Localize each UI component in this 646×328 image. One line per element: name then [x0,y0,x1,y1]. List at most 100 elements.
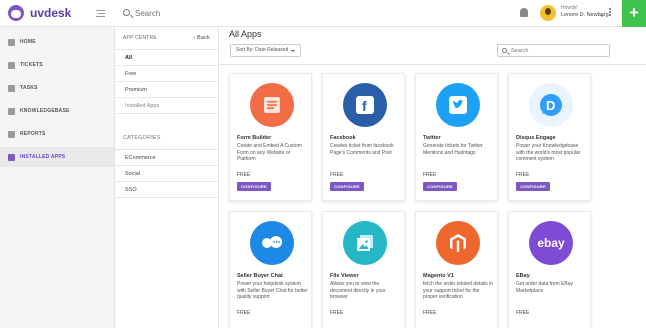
app-price: FREE [330,310,344,316]
app-description: Allows you to view the document directly… [330,281,386,300]
sidebar-item-tickets[interactable]: TICKETS [0,55,114,75]
sidebar-item-label: REPORTS [20,131,46,137]
filter-item-premium[interactable]: Premium [115,82,218,98]
sidebar-item-label: TICKETS [20,62,43,68]
category-item-sso[interactable]: SSO [115,182,218,198]
category-item-social[interactable]: Social [115,166,218,182]
category-list: ECommerce Social SSO [115,149,218,198]
reports-icon [8,130,15,138]
app-price: FREE [237,172,251,178]
app-card-form-builder[interactable]: Form Builder Create and Embed A Custom F… [229,73,312,201]
greeting: Howdy! [561,5,578,11]
svg-text:D: D [546,98,555,113]
app-search-box [497,44,610,57]
sidebar-item-installed-apps[interactable]: INSTALLED APPS [0,147,114,167]
app-name: Form Builder [237,135,272,141]
app-centre-header: APP CENTRE ‹ Back [115,27,218,49]
app-name: Disqus Engage [516,135,556,141]
ebay-icon: ebay [529,221,573,265]
app-description: Generate tickets for Twitter Mentions an… [423,143,483,156]
file-viewer-icon [343,221,387,265]
app-centre-panel: APP CENTRE ‹ Back All Free Premium Insta… [115,27,219,328]
app-name: Seller Buyer Chat [237,273,283,279]
configure-button[interactable]: CONFIGURE [330,182,364,191]
sidebar-item-reports[interactable]: REPORTS [0,124,114,144]
sidebar-item-home[interactable]: HOME [0,32,114,52]
app-description: fetch the order related details in your … [423,281,494,300]
form-builder-icon [250,83,294,127]
app-description: Power your helpdesk system with Seller B… [237,281,308,300]
bell-icon[interactable] [520,8,528,17]
sort-dropdown[interactable]: Sort By: Date Released [230,44,301,57]
sidebar-item-label: HOME [20,39,36,45]
search-icon [502,48,507,53]
brand-name: uvdesk [30,6,72,20]
topbar: Howdy! Lenore D. Newberg + [115,0,646,27]
add-button[interactable]: + [622,0,646,27]
svg-text:f: f [362,98,367,114]
sidebar-item-label: KNOWLEDGEBASE [20,108,70,114]
configure-button[interactable]: CONFIGURE [516,182,550,191]
search-icon [123,9,130,16]
category-item-ecommerce[interactable]: ECommerce [115,150,218,166]
app-card-facebook[interactable]: f Facebook Creates ticket from facebook … [322,73,405,201]
filter-item-all[interactable]: All [115,50,218,66]
app-search-input[interactable] [511,47,601,55]
app-price: FREE [516,172,530,178]
facebook-icon: f [343,83,387,127]
app-name: File Viewer [330,273,359,279]
app-card-twitter[interactable]: Twitter Generate tickets for Twitter Men… [415,73,498,201]
menu-toggle-icon[interactable] [96,9,105,17]
book-icon [8,107,15,115]
configure-button[interactable]: CONFIGURE [423,182,457,191]
categories-title: CATEGORIES [123,135,161,141]
app-price: FREE [330,172,344,178]
ticket-icon [8,61,15,69]
puzzle-icon [8,153,15,161]
app-card-ebay[interactable]: ebay EBay Get order data from EBay Marke… [508,211,591,328]
app-name: Magento V1 [423,273,454,279]
main-content: All Apps Sort By: Date Released Form Bui… [219,27,646,328]
global-search-input[interactable] [135,8,255,19]
filter-list: All Free Premium Installed Apps [115,49,218,114]
app-price: FREE [516,310,530,316]
filter-item-installed[interactable]: Installed Apps [115,98,218,114]
app-price: FREE [237,310,251,316]
app-price: FREE [423,310,437,316]
sidebar-item-knowledgebase[interactable]: KNOWLEDGEBASE [0,101,114,121]
app-card-seller-buyer-chat[interactable]: Seller Buyer Chat Power your helpdesk sy… [229,211,312,328]
chevron-down-icon[interactable] [600,15,604,19]
app-name: Facebook [330,135,356,141]
page-title: All Apps [229,29,262,39]
twitter-icon [436,83,480,127]
more-vert-icon[interactable] [609,8,611,10]
ebay-wordmark: ebay [537,236,565,250]
brand: uvdesk [0,0,115,27]
avatar[interactable] [540,5,556,21]
app-card-disqus-engage[interactable]: D Disqus Engage Power your Knowledgebase… [508,73,591,201]
configure-button[interactable]: CONFIGURE [237,182,271,191]
sidebar-item-label: INSTALLED APPS [20,154,66,160]
back-link[interactable]: ‹ Back [193,35,210,41]
app-card-file-viewer[interactable]: File Viewer Allows you to view the docum… [322,211,405,328]
sidebar-item-label: TASKS [20,85,38,91]
app-centre-title: APP CENTRE [123,35,157,41]
sidebar-item-tasks[interactable]: TASKS [0,78,114,98]
disqus-icon: D [529,83,573,127]
divider [219,64,646,65]
app-root: uvdesk HOME TICKETS TASKS KNOWLEDGEBASE … [0,0,646,328]
uvdesk-logo-icon [8,5,24,21]
home-icon [8,38,15,46]
filter-item-free[interactable]: Free [115,66,218,82]
app-description: Power your Knowledgebase with the world'… [516,143,581,162]
app-card-magento-v1[interactable]: Magento V1 fetch the order related detai… [415,211,498,328]
app-price: FREE [423,172,437,178]
chat-icon [250,221,294,265]
app-description: Create and Embed A Custom Form on any We… [237,143,302,162]
sidebar: uvdesk HOME TICKETS TASKS KNOWLEDGEBASE … [0,0,115,328]
tasks-icon [8,84,15,92]
sidebar-nav: HOME TICKETS TASKS KNOWLEDGEBASE REPORTS… [0,27,114,167]
magento-icon [436,221,480,265]
app-description: Creates ticket from facebook Page's Comm… [330,143,394,156]
app-description: Get order data from EBay Marketplace [516,281,573,294]
